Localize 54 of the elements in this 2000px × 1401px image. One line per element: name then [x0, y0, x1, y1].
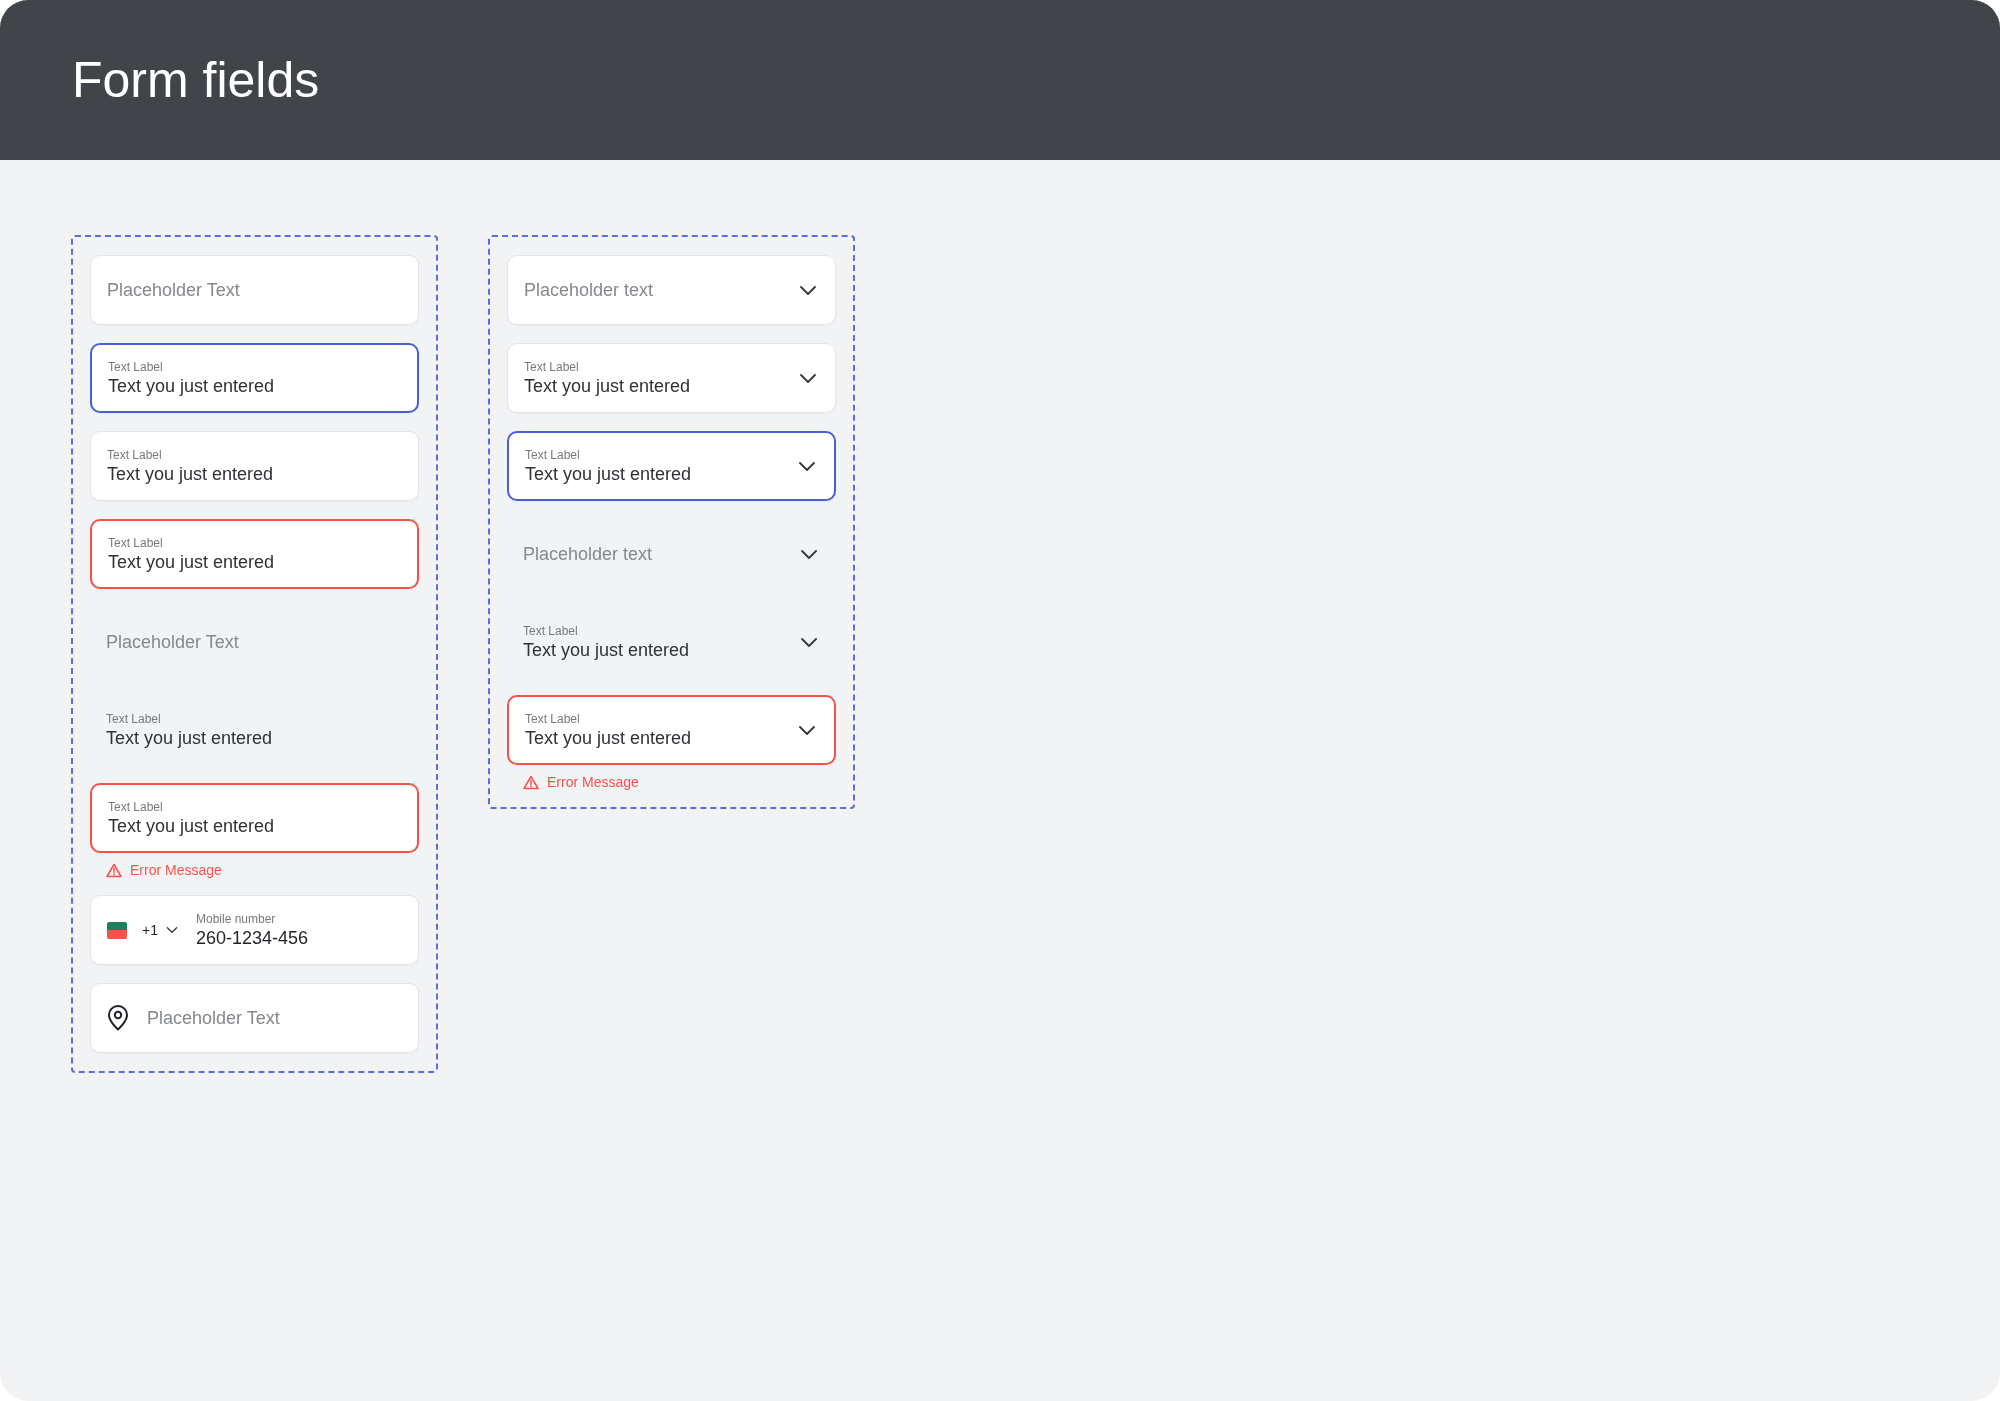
text-field[interactable]: Text Label Text you just entered: [90, 431, 419, 501]
field-label: Text Label: [108, 535, 164, 551]
text-field[interactable]: Placeholder Text: [90, 255, 419, 325]
field-value: Text you just entered: [525, 727, 693, 749]
flag-icon: [107, 921, 127, 939]
country-code-selector[interactable]: +1: [107, 919, 178, 941]
text-field[interactable]: Text Label Text you just entered: [90, 519, 419, 589]
field-value: Text you just entered: [524, 375, 692, 397]
chevron-down-icon: [798, 460, 816, 472]
field-value: Text you just entered: [523, 639, 691, 661]
error-message: Error Message: [547, 773, 639, 792]
placeholder-text: Placeholder Text: [147, 1007, 280, 1029]
placeholder-text: Placeholder text: [524, 279, 655, 301]
placeholder-text: Placeholder Text: [107, 279, 240, 301]
location-pin-icon: [107, 1005, 129, 1031]
field-label: Text Label: [524, 359, 580, 375]
field-label: Text Label: [525, 447, 581, 463]
chevron-down-icon: [799, 372, 817, 384]
page-title: Form fields: [72, 55, 320, 105]
location-field[interactable]: Placeholder Text: [90, 983, 419, 1053]
dropdown-field[interactable]: Placeholder text: [507, 255, 836, 325]
field-label: Text Label: [108, 799, 164, 815]
chevron-down-icon: [800, 548, 818, 560]
field-label: Text Label: [523, 623, 579, 639]
dropdown-field[interactable]: Text Label Text you just entered: [507, 695, 836, 765]
field-value: Text you just entered: [108, 375, 275, 397]
warning-icon: [106, 863, 122, 878]
dropdown-field[interactable]: Text Label Text you just entered: [507, 431, 836, 501]
field-label: Text Label: [107, 447, 163, 463]
field-value: Text you just entered: [107, 463, 274, 485]
field-label: Text Label: [106, 711, 162, 727]
field-value: Text you just entered: [525, 463, 693, 485]
field-value: 260-1234-456: [195, 927, 309, 949]
chevron-down-icon: [165, 926, 178, 934]
error-message: Error Message: [130, 861, 222, 880]
dropdown-field[interactable]: Text Label Text you just entered: [507, 343, 836, 413]
text-field[interactable]: Text Label Text you just entered: [90, 343, 419, 413]
dropdown-field[interactable]: Text Label Text you just entered: [507, 607, 836, 677]
field-value: Text you just entered: [108, 815, 275, 837]
text-field[interactable]: Text Label Text you just entered: [90, 695, 419, 765]
phone-field[interactable]: +1 Mobile number 260-1234-456: [90, 895, 419, 965]
text-field[interactable]: Text Label Text you just entered: [90, 783, 419, 853]
placeholder-text: Placeholder text: [523, 543, 654, 565]
field-value: Text you just entered: [106, 727, 273, 749]
field-value: Text you just entered: [108, 551, 275, 573]
country-code: +1: [142, 920, 158, 940]
warning-icon: [523, 775, 539, 790]
placeholder-text: Placeholder Text: [106, 631, 239, 653]
chevron-down-icon: [800, 636, 818, 648]
field-label: Text Label: [108, 359, 164, 375]
field-label: Mobile number: [195, 911, 277, 927]
chevron-down-icon: [799, 284, 817, 296]
chevron-down-icon: [798, 724, 816, 736]
field-label: Text Label: [525, 711, 581, 727]
